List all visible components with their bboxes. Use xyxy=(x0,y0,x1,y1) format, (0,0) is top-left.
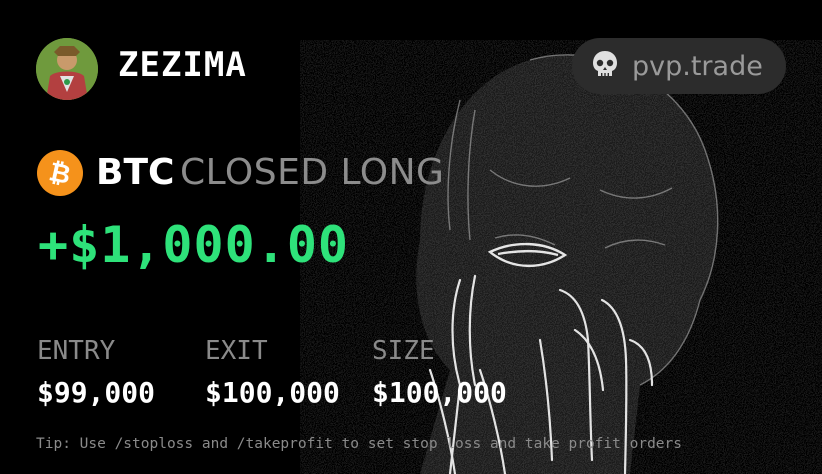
bitcoin-icon: ₿ xyxy=(37,150,83,196)
brand-label: pvp.trade xyxy=(632,50,763,82)
position-status: CLOSED LONG xyxy=(180,152,445,193)
avatar xyxy=(36,38,98,100)
brand-badge: pvp.trade xyxy=(572,38,786,94)
svg-text:₿: ₿ xyxy=(46,157,73,191)
exit-value: $100,000 xyxy=(205,376,340,409)
username: ZEZIMA xyxy=(118,45,247,85)
tip-text: Tip: Use /stoploss and /takeprofit to se… xyxy=(36,436,683,452)
size-label: SIZE xyxy=(372,336,435,366)
size-value: $100,000 xyxy=(372,376,507,409)
pnl-card: ZEZIMA pvp.trade ₿ BTC CLOSED LONG +$1,0… xyxy=(0,0,822,474)
ticker: BTC xyxy=(96,152,175,193)
exit-label: EXIT xyxy=(205,336,268,366)
pnl-value: +$1,000.00 xyxy=(38,216,350,274)
skull-icon xyxy=(590,49,620,83)
entry-label: ENTRY xyxy=(37,336,116,366)
entry-value: $99,000 xyxy=(37,376,156,409)
